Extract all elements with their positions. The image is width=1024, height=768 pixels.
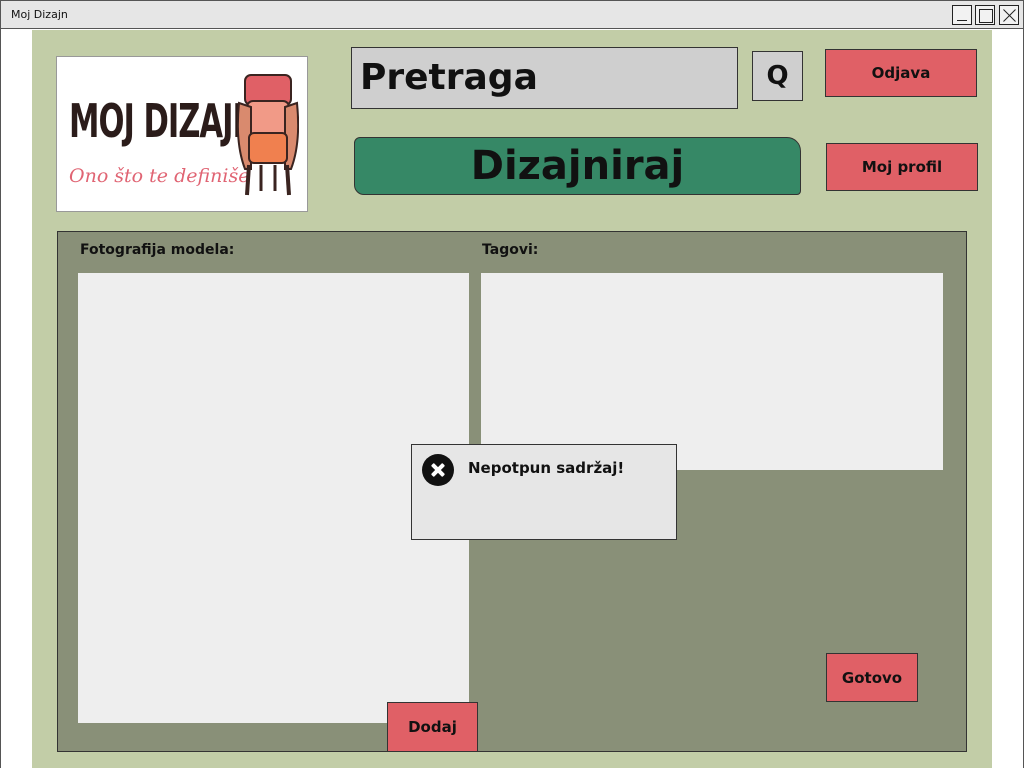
window-titlebar: Moj Dizajn	[0, 0, 1024, 29]
logo[interactable]: MOJ DIZAJN Ono što te definiše	[56, 56, 308, 212]
armchair-icon	[237, 74, 299, 196]
photo-label: Fotografija modela:	[80, 242, 235, 258]
minimize-button[interactable]	[952, 5, 972, 25]
window-frame-left	[0, 29, 1, 768]
search-button[interactable]: Q	[752, 51, 803, 101]
add-photo-button[interactable]: Dodaj	[387, 702, 478, 752]
tags-label: Tagovi:	[482, 242, 539, 258]
logout-button[interactable]: Odjava	[825, 49, 977, 97]
app-area: MOJ DIZAJN Ono što te definiše Q Odjava …	[32, 30, 992, 768]
error-x-icon	[422, 454, 454, 486]
search-input[interactable]	[351, 47, 738, 109]
logo-tagline: Ono što te definiše	[69, 165, 250, 187]
my-profile-button[interactable]: Moj profil	[826, 143, 978, 191]
maximize-button[interactable]	[975, 5, 995, 25]
alert-message: Nepotpun sadržaj!	[468, 459, 625, 477]
window-title: Moj Dizajn	[11, 8, 68, 21]
logo-brand: MOJ DIZAJN	[69, 95, 258, 149]
error-alert: Nepotpun sadržaj!	[411, 444, 677, 540]
done-button[interactable]: Gotovo	[826, 653, 918, 702]
tags-input-area[interactable]	[481, 273, 943, 470]
close-window-button[interactable]	[999, 5, 1019, 25]
design-button[interactable]: Dizajniraj	[354, 137, 801, 195]
